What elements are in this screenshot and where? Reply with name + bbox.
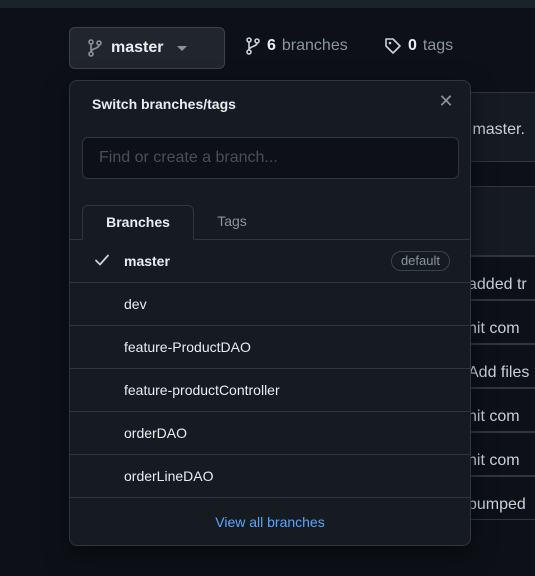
dropdown-tabs: Branches Tags (70, 205, 470, 240)
branch-item-orderlinedao[interactable]: orderLineDAO (70, 455, 470, 498)
tags-label: tags (422, 37, 454, 54)
branch-name: orderDAO (124, 425, 188, 441)
commit-message[interactable]: nit com (468, 452, 520, 470)
branch-switcher-dropdown: Switch branches/tags ✕ Branches Tags mas… (69, 80, 471, 546)
branch-item-dev[interactable]: dev (70, 283, 470, 326)
close-icon[interactable]: ✕ (436, 91, 456, 112)
branch-name: orderLineDAO (124, 468, 214, 484)
branch-search-input[interactable] (82, 137, 459, 179)
dropdown-title: Switch branches/tags (92, 96, 236, 112)
branches-count: 6 (267, 37, 276, 54)
tab-tags[interactable]: Tags (202, 205, 262, 239)
branch-item-master[interactable]: master default (70, 240, 470, 283)
commit-message[interactable]: bumped (468, 496, 526, 514)
commit-message[interactable]: added tr (468, 276, 527, 294)
branches-link[interactable]: 6 branches (245, 37, 348, 55)
commit-message[interactable]: nit com (468, 320, 520, 338)
tag-icon (385, 38, 401, 54)
chevron-down-icon (177, 45, 188, 51)
branch-item-feature-productdao[interactable]: feature-ProductDAO (70, 326, 470, 369)
git-branch-icon (246, 37, 260, 55)
branches-label: branches (281, 37, 348, 54)
compare-text: :master. (468, 121, 525, 138)
tags-link[interactable]: 0 tags (384, 37, 453, 55)
top-bar (0, 0, 535, 8)
git-branch-icon (88, 39, 102, 57)
view-all-branches-link[interactable]: View all branches (70, 514, 470, 530)
check-icon (95, 254, 109, 266)
branch-name: feature-ProductDAO (124, 339, 251, 355)
branch-name: dev (124, 296, 147, 312)
tab-branches[interactable]: Branches (82, 205, 194, 240)
default-badge: default (390, 251, 450, 271)
branch-item-orderdao[interactable]: orderDAO (70, 412, 470, 455)
branch-name: feature-productController (124, 382, 280, 398)
commit-message[interactable]: nit com (468, 408, 520, 426)
branch-name: master (124, 253, 170, 269)
commit-message[interactable]: Add files (468, 364, 529, 382)
current-branch-label: master (111, 39, 164, 56)
tags-count: 0 (408, 37, 417, 54)
branch-item-feature-productcontroller[interactable]: feature-productController (70, 369, 470, 412)
branch-select-button[interactable]: master (69, 27, 225, 69)
